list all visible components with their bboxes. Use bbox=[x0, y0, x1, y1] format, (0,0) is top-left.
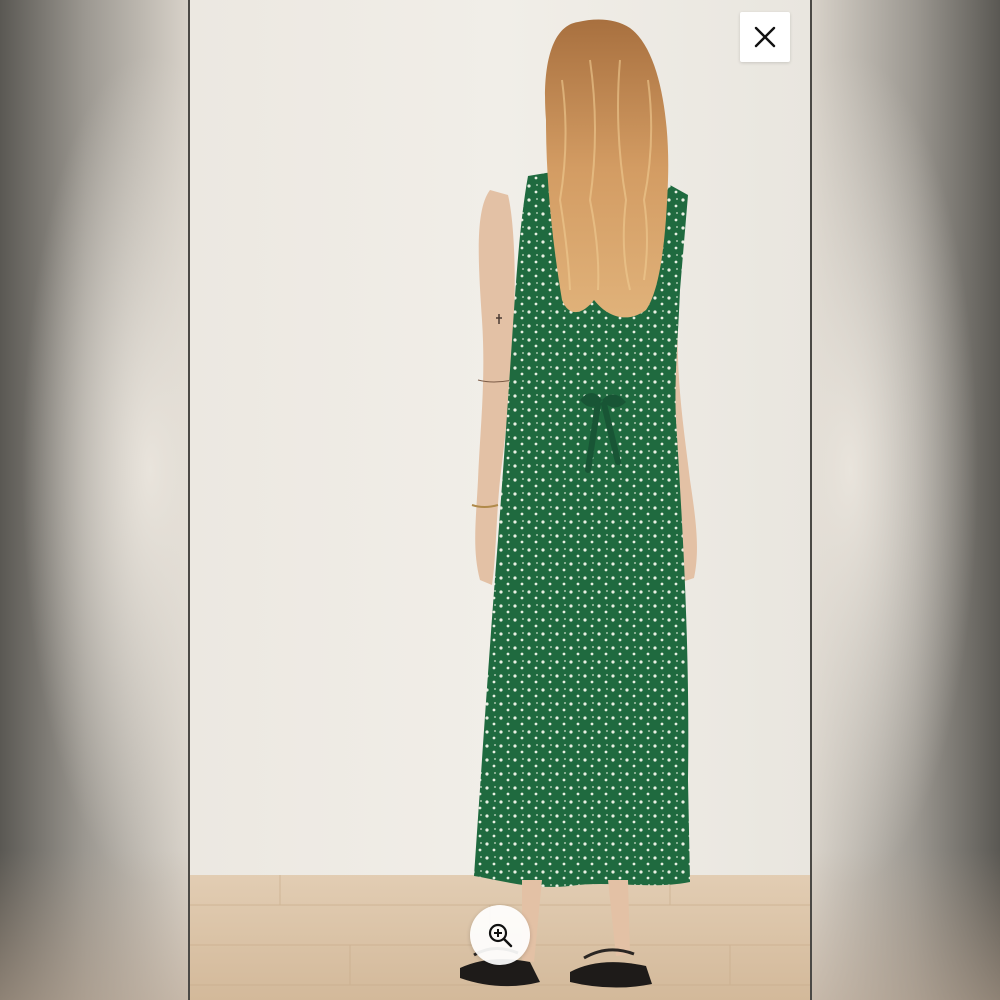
close-button[interactable] bbox=[740, 12, 790, 62]
product-photo-image bbox=[190, 0, 810, 1000]
photo-edge-right bbox=[810, 0, 812, 1000]
zoom-button[interactable] bbox=[470, 905, 530, 965]
backdrop-left-floor bbox=[0, 850, 190, 1000]
backdrop-right[interactable] bbox=[810, 0, 1000, 1000]
product-photo[interactable] bbox=[190, 0, 810, 1000]
zoom-in-icon bbox=[488, 923, 513, 948]
close-icon bbox=[754, 26, 776, 48]
backdrop-left[interactable] bbox=[0, 0, 190, 1000]
backdrop-right-floor bbox=[810, 850, 1000, 1000]
